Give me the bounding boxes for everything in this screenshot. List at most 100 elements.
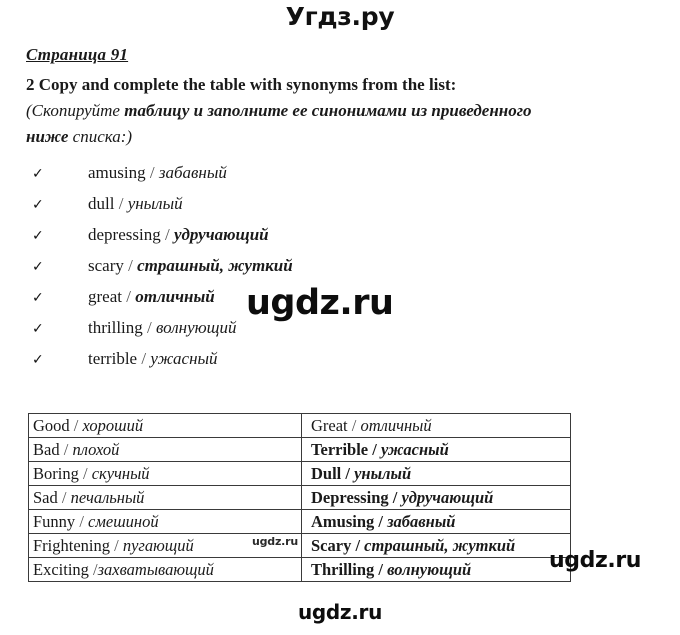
cell-separator: / — [78, 463, 92, 483]
list-item-english: scary — [88, 256, 124, 276]
table-row: Exciting /захватывающий Thrilling / волну… — [28, 557, 571, 582]
list-item: ✓ thrilling / волнующий — [26, 318, 658, 349]
table-cell-synonym: Scary / страшный, жуткий — [301, 533, 571, 558]
watermark-table-overlay: ugdz.ru — [252, 535, 299, 548]
table-row: Frightening / пугающий Scary / страшный, … — [28, 533, 571, 558]
table-row: Bad / плохой Terrible / ужасный — [28, 437, 571, 462]
list-item-english: great — [88, 287, 122, 307]
cell-english: Thrilling — [311, 559, 375, 579]
table-row: Boring / скучный Dull / унылый — [28, 461, 571, 486]
task-russian-plain-1: Скопируйте — [31, 100, 125, 120]
cell-english: Boring — [33, 463, 79, 483]
table-row: Funny / смешиной Amusing / забавный — [28, 509, 571, 534]
cell-english: Bad — [33, 439, 60, 459]
cell-russian: унылый — [354, 463, 412, 483]
cell-russian: пугающий — [122, 535, 194, 555]
check-icon: ✓ — [32, 259, 44, 276]
task-russian-bold-2: ниже — [26, 126, 69, 146]
cell-russian: волнующий — [387, 559, 472, 579]
check-icon: ✓ — [32, 321, 44, 338]
cell-separator: / — [368, 439, 381, 459]
list-item-separator: / — [114, 194, 128, 214]
cell-separator: / — [374, 511, 388, 531]
list-item-russian: волнующий — [156, 318, 237, 338]
table-row: Good / хороший Great / отличный — [28, 413, 571, 438]
cell-english: Funny — [33, 511, 76, 531]
list-item: ✓ terrible / ужасный — [26, 349, 658, 380]
cell-english: Great — [311, 415, 348, 435]
table-cell-adjective: Boring / скучный — [28, 461, 302, 486]
cell-russian: страшный, жуткий — [364, 535, 516, 555]
list-item-text: thrilling / волнующий — [88, 318, 236, 338]
table-cell-synonym: Depressing / удручающий — [301, 485, 571, 510]
cell-separator: / — [341, 463, 355, 483]
task-statement: 2 Copy and complete the table with synon… — [26, 72, 658, 149]
cell-russian: хороший — [82, 415, 144, 435]
cell-english: Depressing — [311, 487, 389, 507]
table-row: Sad / печальный Depressing / удручающий — [28, 485, 571, 510]
cell-russian: захватывающий — [97, 559, 214, 579]
list-item-russian: ужасный — [150, 349, 218, 369]
cell-separator: / — [374, 559, 388, 579]
watermark-middle: ugdz.ru — [246, 283, 394, 323]
list-item: ✓ amusing / забавный — [26, 163, 658, 194]
table-cell-synonym: Great / отличный — [301, 413, 571, 438]
cell-russian: печальный — [70, 487, 145, 507]
cell-separator: / — [347, 415, 361, 435]
task-line-english: 2 Copy and complete the table with synon… — [26, 72, 658, 98]
task-line-russian-1: (Скопируйте таблицу и заполните ее синон… — [26, 98, 658, 124]
cell-english: Frightening — [33, 535, 110, 555]
cell-russian: удручающий — [401, 487, 494, 507]
task-line-russian-2: ниже списка:) — [26, 124, 658, 150]
task-russian-plain-2: списка:) — [68, 126, 133, 146]
check-icon: ✓ — [32, 290, 44, 307]
task-number: 2 — [26, 75, 35, 94]
list-item-separator: / — [121, 287, 136, 307]
list-item-text: terrible / ужасный — [88, 349, 218, 369]
cell-separator: / — [75, 511, 89, 531]
cell-separator: / — [57, 487, 71, 507]
table-cell-adjective: Sad / печальный — [28, 485, 302, 510]
list-item-separator: / — [160, 225, 174, 245]
list-item-russian: отличный — [135, 287, 215, 307]
cell-english: Terrible — [311, 439, 369, 459]
cell-russian: скучный — [91, 463, 150, 483]
table-cell-adjective: Funny / смешиной — [28, 509, 302, 534]
task-english-text: Copy and complete the table with synonym… — [38, 75, 457, 94]
check-icon: ✓ — [32, 352, 44, 369]
cell-english: Dull — [311, 463, 342, 483]
cell-english: Exciting — [33, 559, 89, 579]
list-item-text: dull / унылый — [88, 194, 183, 214]
list-item-text: great / отличный — [88, 287, 215, 307]
list-item-separator: / — [142, 318, 157, 338]
cell-russian: ужасный — [380, 439, 449, 459]
site-logo: Угдз.ру — [285, 2, 395, 31]
table-cell-adjective: Bad / плохой — [28, 437, 302, 462]
check-icon: ✓ — [32, 166, 44, 183]
list-item-russian: унылый — [127, 194, 183, 214]
table-cell-synonym: Dull / унылый — [301, 461, 571, 486]
cell-english: Good — [33, 415, 70, 435]
cell-russian: отличный — [360, 415, 432, 435]
list-item-english: dull — [88, 194, 115, 214]
list-item-separator: / — [137, 349, 151, 369]
cell-separator: / — [59, 439, 73, 459]
table-cell-adjective: Good / хороший — [28, 413, 302, 438]
list-item-russian: удручающий — [173, 225, 269, 245]
list-item: ✓ depressing / удручающий — [26, 225, 658, 256]
check-icon: ✓ — [32, 197, 44, 214]
list-item-text: scary / страшный, жуткий — [88, 256, 293, 276]
cell-russian: плохой — [72, 439, 120, 459]
cell-separator: / — [88, 559, 98, 579]
cell-russian: смешиной — [88, 511, 159, 531]
list-item-russian: забавный — [158, 163, 227, 183]
document-page: Угдз.ру Страница 91 2 Copy and complete … — [0, 0, 680, 635]
list-item-separator: / — [123, 256, 138, 276]
table-cell-synonym: Terrible / ужасный — [301, 437, 571, 462]
list-item-russian: страшный, жуткий — [137, 256, 293, 276]
cell-separator: / — [388, 487, 402, 507]
list-item-english: depressing — [88, 225, 161, 245]
list-item-english: amusing — [88, 163, 146, 183]
watermark-footer: ugdz.ru — [297, 600, 383, 624]
table-cell-synonym: Amusing / забавный — [301, 509, 571, 534]
